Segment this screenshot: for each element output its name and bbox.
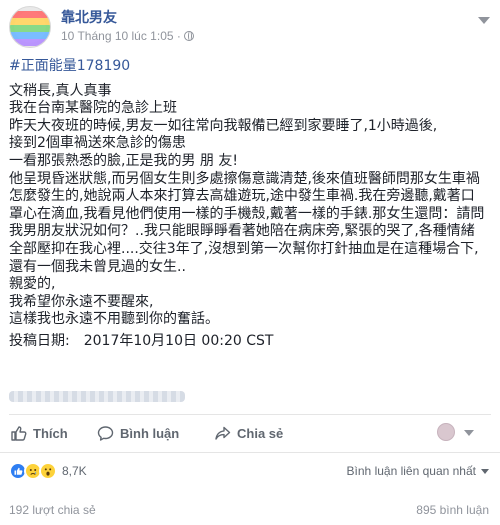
share-count[interactable]: 192 lượt chia sẻ: [9, 503, 96, 517]
share-button[interactable]: Chia sẻ: [214, 422, 283, 444]
submission-date: 投稿日期: 2017年10月10日 00:20 CST: [9, 332, 274, 349]
like-label: Thích: [33, 425, 68, 441]
like-button[interactable]: Thích: [10, 422, 68, 444]
post-line: 這樣我也永遠不用聽到你的奮話。: [9, 311, 219, 328]
comment-count[interactable]: 895 bình luận: [416, 503, 489, 517]
post-timestamp[interactable]: 10 Tháng 10 lúc 1:05 ·: [61, 29, 181, 43]
post-meta: 10 Tháng 10 lúc 1:05 ·: [61, 29, 194, 43]
post-line: 罩心在滴血,我看見他們使用一樣的手機殼,戴著一樣的手錶.那女生還問：請問: [9, 205, 485, 222]
post-options-chevron-icon[interactable]: [477, 14, 490, 26]
chevron-down-icon: [481, 468, 489, 474]
thumbs-up-icon: [10, 425, 27, 442]
comment-label: Bình luận: [120, 425, 180, 441]
globe-icon: [183, 31, 194, 41]
post-line: 全部壓抑在我心裡....交往3年了,沒想到第一次幫你打針抽血是在這種場合下,: [9, 240, 479, 257]
post-body: #正面能量178190 文稍長,真人真事 我在台南某醫院的急診上班 昨天大夜班的…: [9, 58, 491, 351]
post-actions: Thích Bình luận Chia sẻ: [9, 420, 491, 446]
page-avatar[interactable]: [9, 6, 51, 48]
post-line: 還有一個我未曾見過的女生..: [9, 258, 186, 275]
post-line: 昨天大夜班的時候,男友一如往常向我報備已經到家要睡了,1小時過後,: [9, 117, 438, 134]
post-line: 他呈現昏迷狀態,而另個女生則多處擦傷意識清楚,後來值班醫師問那女生車禍: [9, 170, 480, 187]
post-header: 靠北男友 10 Tháng 10 lúc 1:05 ·: [9, 6, 491, 48]
blurred-text: [9, 391, 185, 402]
comment-sort-dropdown[interactable]: Bình luận liên quan nhất: [347, 464, 489, 478]
post-line: 文稍長,真人真事: [9, 82, 112, 99]
divider: [9, 414, 491, 415]
post-line: 我在台南某醫院的急診上班: [9, 100, 177, 117]
reactions-row: 8,7K Bình luận liên quan nhất: [9, 462, 491, 482]
post-line: 親愛的,: [9, 276, 56, 293]
comment-sort-label: Bình luận liên quan nhất: [346, 464, 476, 478]
hashtag-link[interactable]: #正面能量178190: [9, 58, 491, 76]
reaction-count[interactable]: 8,7K: [62, 464, 87, 478]
chevron-down-icon[interactable]: [464, 430, 474, 436]
divider: [0, 452, 500, 453]
post-line: 我希望你永遠不要醒來,: [9, 293, 154, 310]
share-icon: [214, 425, 231, 442]
page-name[interactable]: 靠北男友: [61, 7, 117, 27]
post-line: 接到2個車禍送來急診的傷患: [9, 135, 186, 152]
share-label: Chia sẻ: [237, 425, 284, 441]
post-line: 一看那張熟悉的臉,正是我的男 朋 友!: [9, 152, 238, 169]
viewer-avatar[interactable]: [437, 423, 455, 441]
post-line: 我男朋友狀況如何？..我只能眼睜睜看著她陪在病床旁,緊張的哭了,各種情緒: [9, 223, 475, 240]
post-line: 怎麼發生的,她說兩人本來打算去高雄遊玩,途中發生車禍.我在旁邊聽,戴著口: [9, 188, 475, 205]
reaction-summary[interactable]: 8,7K: [9, 462, 87, 480]
wow-reaction-icon: [39, 462, 57, 480]
comment-button[interactable]: Bình luận: [97, 422, 179, 444]
comment-icon: [97, 425, 114, 442]
